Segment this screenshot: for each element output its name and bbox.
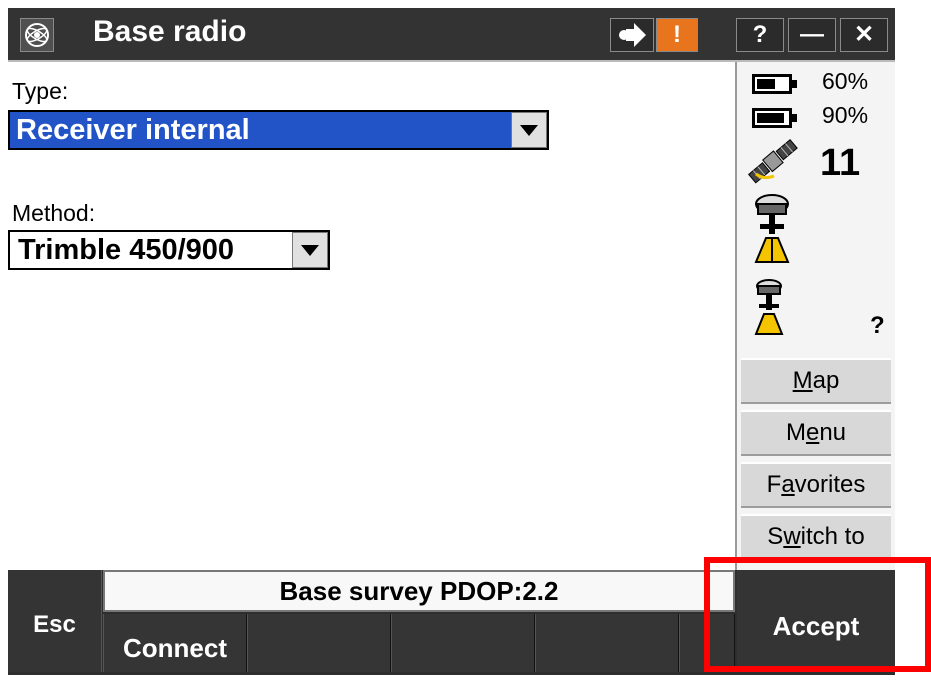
type-dropdown-button[interactable]	[511, 112, 547, 148]
menu-button[interactable]: Menu	[741, 410, 891, 456]
help-button[interactable]: ?	[736, 18, 784, 52]
base-receiver-icon[interactable]	[750, 192, 794, 269]
satellite-count: 11	[820, 142, 861, 184]
battery2-percent: 90%	[822, 102, 869, 128]
minimize-button[interactable]: —	[788, 18, 836, 52]
softkey-empty-3[interactable]	[391, 614, 535, 672]
alert-glyph: !	[673, 21, 681, 48]
map-button[interactable]: Map	[741, 358, 891, 404]
type-value: Receiver internal	[16, 114, 250, 146]
satellite-icon[interactable]	[744, 134, 804, 193]
battery-icon	[752, 108, 792, 128]
type-label: Type:	[12, 78, 69, 104]
alert-icon[interactable]: !	[656, 18, 698, 52]
battery1-percent: 60%	[822, 68, 869, 94]
chevron-down-icon	[520, 125, 538, 136]
method-dropdown[interactable]: Trimble 450/900	[8, 230, 330, 270]
battery-icon	[752, 74, 792, 94]
battery-level	[757, 79, 775, 89]
highlight-box	[704, 557, 931, 672]
esc-button[interactable]: Esc	[8, 570, 102, 672]
window-title: Base radio	[93, 15, 247, 48]
minimize-icon: —	[800, 21, 824, 48]
connection-arrow-icon[interactable]	[610, 18, 654, 52]
trimble-globe-icon[interactable]	[20, 18, 54, 52]
rover-receiver-icon[interactable]	[752, 278, 786, 341]
softkey-empty-4[interactable]	[535, 614, 679, 672]
favorites-button[interactable]: Favorites	[741, 462, 891, 508]
status-line: Base survey PDOP:2.2	[103, 570, 735, 612]
type-dropdown[interactable]: Receiver internal	[8, 110, 549, 150]
rover-status: ?	[870, 312, 885, 339]
close-icon: ✕	[853, 21, 875, 48]
method-dropdown-button[interactable]	[292, 232, 328, 268]
title-bar: Base radio ! ? — ✕	[8, 8, 895, 62]
battery-nub	[792, 80, 797, 88]
softkey-empty-2[interactable]	[247, 614, 391, 672]
method-label: Method:	[12, 200, 96, 226]
method-value: Trimble 450/900	[18, 234, 235, 266]
battery-level	[757, 113, 784, 123]
switch-to-button[interactable]: Switch to	[741, 514, 891, 560]
battery-nub	[792, 114, 797, 122]
help-icon: ?	[752, 21, 768, 48]
connect-button[interactable]: Connect	[103, 614, 247, 672]
chevron-down-icon	[301, 245, 319, 256]
close-button[interactable]: ✕	[840, 18, 888, 52]
